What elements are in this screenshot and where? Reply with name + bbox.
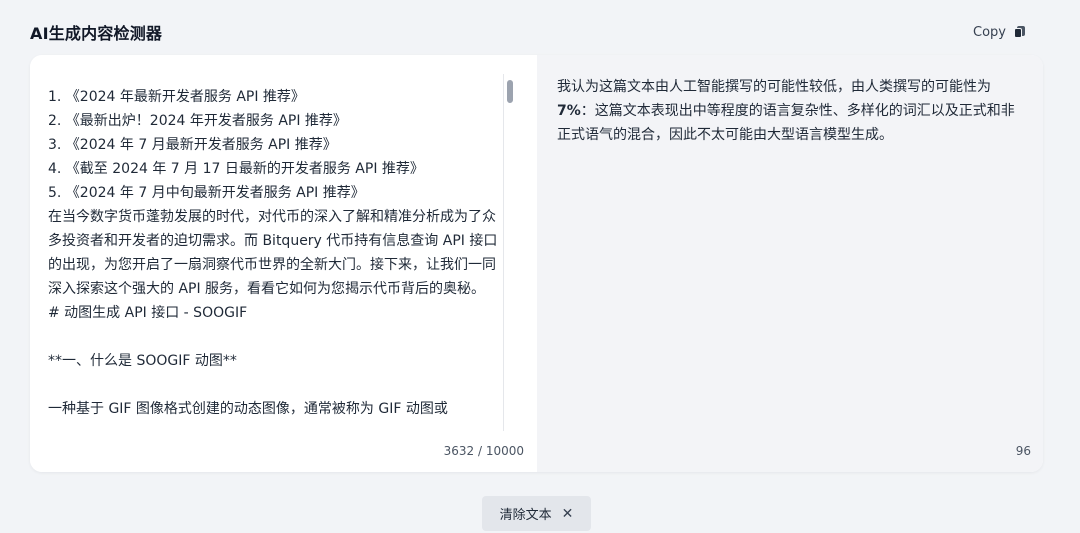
- detector-card: 1. 《2024 年最新开发者服务 API 推荐》 2. 《最新出炉！2024 …: [30, 55, 1043, 472]
- scrollbar-thumb[interactable]: [507, 80, 513, 103]
- clear-text-button[interactable]: 清除文本 ✕: [482, 496, 591, 531]
- result-pane: 我认为这篇文本由人工智能撰写的可能性较低，由人类撰写的可能性为 7%：这篇文本表…: [537, 55, 1043, 472]
- header: AI生成内容检测器 Copy: [30, 18, 1040, 46]
- input-textarea[interactable]: 1. 《2024 年最新开发者服务 API 推荐》 2. 《最新出炉！2024 …: [48, 85, 504, 431]
- result-percent: 7%: [557, 103, 581, 119]
- scrollbar[interactable]: [503, 74, 515, 431]
- result-score: 96: [1015, 444, 1031, 458]
- copy-label: Copy: [973, 24, 1006, 40]
- app-title: AI生成内容检测器: [30, 24, 163, 43]
- copy-button[interactable]: Copy: [973, 25, 1040, 40]
- close-icon: ✕: [561, 505, 574, 522]
- char-count: 3632 / 10000: [443, 444, 524, 458]
- copy-icon: [1014, 26, 1026, 38]
- result-suffix: ：这篇文本表现出中等程度的语言复杂性、多样化的词汇以及正式和非正式语气的混合，因…: [557, 103, 1015, 143]
- result-text: 我认为这篇文本由人工智能撰写的可能性较低，由人类撰写的可能性为 7%：这篇文本表…: [557, 75, 1019, 147]
- result-prefix: 我认为这篇文本由人工智能撰写的可能性较低，由人类撰写的可能性为: [557, 79, 991, 95]
- clear-text-label: 清除文本: [499, 508, 552, 523]
- input-pane: 1. 《2024 年最新开发者服务 API 推荐》 2. 《最新出炉！2024 …: [30, 55, 537, 472]
